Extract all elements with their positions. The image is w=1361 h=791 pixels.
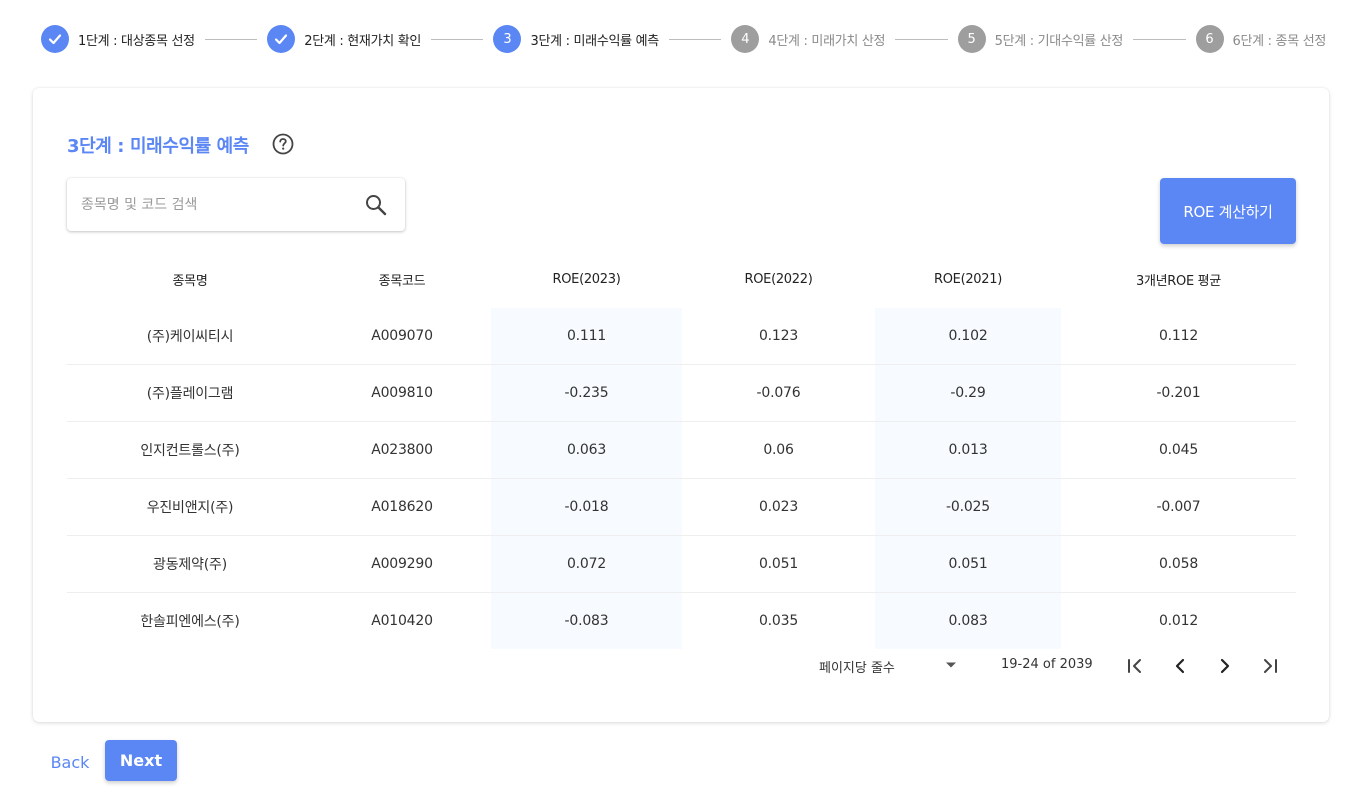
stock-name-cell: 인지컨트롤스(주) (67, 421, 313, 479)
roe-2023-cell: 0.063 (491, 421, 682, 479)
step-connector (895, 38, 948, 40)
roe-2021-cell: 0.013 (875, 421, 1061, 479)
search-box (67, 178, 405, 231)
roe-2023-cell: -0.083 (491, 592, 682, 649)
step-connector (431, 38, 484, 40)
roe-2021-cell: -0.29 (875, 364, 1061, 422)
step-label: 3단계 : 미래수익률 예측 (530, 33, 659, 49)
step-connector (204, 38, 258, 40)
roe-average-cell: -0.201 (1061, 364, 1296, 422)
stock-name-cell: 한솔피엔에스(주) (140, 614, 240, 630)
stock-code-cell: A023800 (313, 421, 491, 479)
step-2[interactable]: 2단계 : 현재가치 확인 (267, 25, 421, 53)
roe-table: 종목명 종목코드 ROE(2023) ROE(2022) ROE(2021) 3… (67, 251, 1296, 649)
rows-per-page-select[interactable] (944, 658, 958, 672)
roe-2022-cell: -0.076 (682, 364, 875, 422)
roe-2023-cell: -0.235 (491, 364, 682, 422)
check-icon (41, 25, 69, 53)
page-range: 19-24 of 2039 (1001, 657, 1093, 672)
step-label: 6단계 : 종목 선정 (1232, 33, 1327, 49)
next-button[interactable]: Next (105, 740, 177, 781)
roe-2023-cell: 0.072 (491, 535, 682, 593)
step-label: 4단계 : 미래가치 산정 (768, 33, 886, 49)
search-icon[interactable] (364, 193, 388, 217)
stock-name-cell: (주)케이씨티시 (67, 308, 313, 365)
stock-code-cell: A009810 (313, 364, 491, 422)
stock-name-cell: 우진비앤지(주) (67, 478, 313, 536)
roe-average-cell: -0.007 (1061, 478, 1296, 536)
next-page-icon[interactable] (1213, 654, 1237, 678)
step-label: 5단계 : 기대수익률 산정 (994, 33, 1124, 49)
step-label: 1단계 : 대상종목 선정 (78, 33, 195, 49)
check-icon (267, 25, 296, 53)
step-number: 6 (1195, 25, 1224, 53)
column-header[interactable]: 종목명 (67, 251, 313, 308)
stepper: 1단계 : 대상종목 선정 2단계 : 현재가치 확인 3 3단계 : 미래수익… (41, 24, 1326, 54)
table-row[interactable]: (주)케이씨티시 A009070 0.111 0.123 0.102 0.112 (67, 308, 1296, 365)
roe-card: 3단계 : 미래수익률 예측 ROE 계산하기 종목명 종목코드 ROE(202… (33, 88, 1329, 722)
rows-per-page-label: 페이지당 줄수 (819, 661, 895, 676)
roe-average-cell: 0.058 (1061, 535, 1296, 593)
stock-code-cell: A018620 (313, 478, 491, 536)
roe-2023-cell: 0.111 (491, 308, 682, 365)
roe-2021-cell: 0.051 (875, 535, 1061, 593)
step-connector (668, 38, 722, 40)
roe-2022-cell: 0.06 (682, 421, 875, 479)
roe-2022-cell: 0.035 (758, 613, 799, 629)
step-5[interactable]: 5 5단계 : 기대수익률 산정 (957, 25, 1124, 53)
roe-2021-cell: 0.083 (875, 592, 1061, 649)
roe-calculate-button[interactable]: ROE 계산하기 (1160, 178, 1296, 244)
caret-down-icon (946, 662, 956, 668)
stock-code-cell: A009290 (313, 535, 491, 593)
last-page-icon[interactable] (1258, 654, 1282, 678)
step-4[interactable]: 4 4단계 : 미래가치 산정 (731, 25, 886, 53)
roe-2022-cell: 0.123 (682, 308, 875, 365)
step-6[interactable]: 6 6단계 : 종목 선정 (1195, 25, 1327, 53)
roe-average-cell: 0.012 (1158, 613, 1199, 629)
table-row[interactable]: 우진비앤지(주) A018620 -0.018 0.023 -0.025 -0.… (67, 478, 1296, 536)
roe-average-cell: 0.112 (1061, 308, 1296, 365)
column-header[interactable]: ROE(2021) (875, 251, 1061, 308)
step-number: 5 (957, 25, 986, 53)
table-row[interactable]: 한솔피엔에스(주) A010420 -0.083 0.035 0.083 0.0… (67, 592, 1296, 649)
roe-2021-cell: 0.102 (875, 308, 1061, 365)
step-number: 4 (731, 25, 760, 53)
first-page-icon[interactable] (1123, 654, 1147, 678)
table-row[interactable]: 광동제약(주) A009290 0.072 0.051 0.051 0.058 (67, 535, 1296, 593)
stock-code-cell: A009070 (313, 308, 491, 365)
column-header[interactable]: 종목코드 (313, 251, 491, 308)
stock-code-cell: A010420 (371, 613, 433, 629)
stock-name-cell: (주)플레이그램 (67, 364, 313, 422)
page-title: 3단계 : 미래수익률 예측 (67, 136, 249, 157)
step-3[interactable]: 3 3단계 : 미래수익률 예측 (493, 25, 659, 53)
table-row[interactable]: 인지컨트롤스(주) A023800 0.063 0.06 0.013 0.045 (67, 421, 1296, 479)
roe-2023-cell: -0.018 (491, 478, 682, 536)
column-header[interactable]: ROE(2023) (491, 251, 682, 308)
roe-average-cell: 0.045 (1061, 421, 1296, 479)
step-connector (1133, 38, 1186, 40)
prev-page-icon[interactable] (1168, 654, 1192, 678)
help-circle-icon[interactable] (272, 133, 294, 155)
roe-2022-cell: 0.051 (682, 535, 875, 593)
roe-2021-cell: -0.025 (875, 478, 1061, 536)
roe-2022-cell: 0.023 (682, 478, 875, 536)
step-1[interactable]: 1단계 : 대상종목 선정 (41, 25, 195, 53)
column-header[interactable]: 3개년ROE 평균 (1061, 251, 1296, 308)
column-header[interactable]: ROE(2022) (682, 251, 875, 308)
table-header-row: 종목명 종목코드 ROE(2023) ROE(2022) ROE(2021) 3… (67, 251, 1296, 308)
step-number: 3 (493, 25, 522, 53)
table-row[interactable]: (주)플레이그램 A009810 -0.235 -0.076 -0.29 -0.… (67, 364, 1296, 422)
step-label: 2단계 : 현재가치 확인 (304, 33, 422, 49)
back-button[interactable]: Back (42, 744, 98, 780)
stock-name-cell: 광동제약(주) (67, 535, 313, 593)
search-input[interactable] (67, 178, 361, 231)
